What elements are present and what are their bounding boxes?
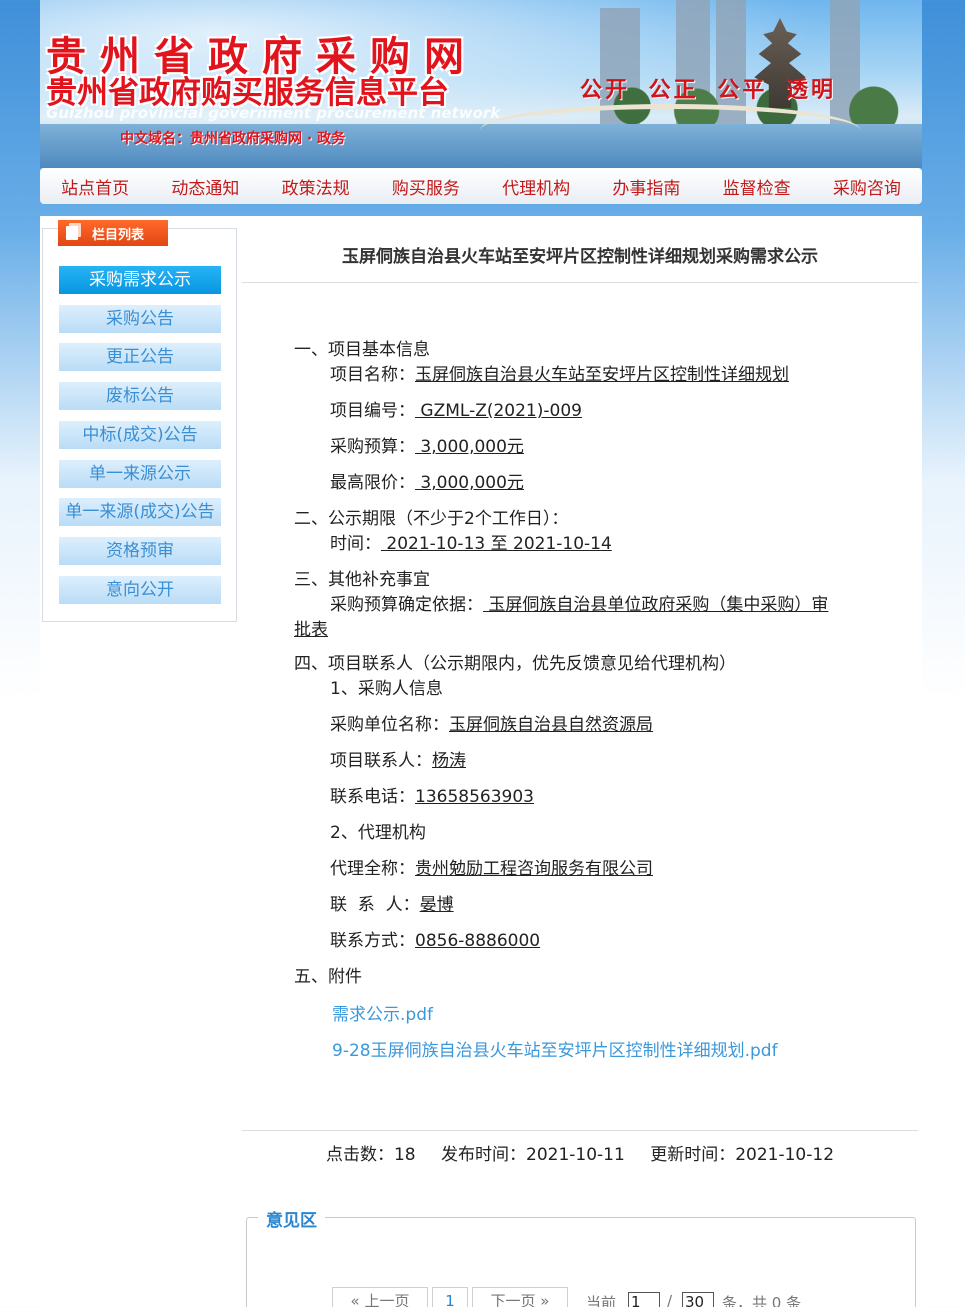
period-label: 时间： <box>330 534 381 554</box>
nav-agencies[interactable]: 代理机构 <box>502 174 570 199</box>
section-contacts: 四、项目联系人（公示期限内，优先反馈意见给代理机构） <box>294 654 736 674</box>
sidebar-item-announcements[interactable]: 采购公告 <box>59 305 221 333</box>
agent-phone-row: 联系方式：0856-8886000 <box>330 926 540 951</box>
main-nav: 站点首页 动态通知 政策法规 购买服务 代理机构 办事指南 监督检查 采购咨询 <box>40 168 922 204</box>
basis-row-continued: 批表 <box>294 615 328 640</box>
nav-consult[interactable]: 采购咨询 <box>833 174 901 199</box>
current-page-input[interactable]: 1 <box>628 1292 660 1307</box>
phone-value: 13658563903 <box>415 787 534 807</box>
nav-guide[interactable]: 办事指南 <box>612 174 680 199</box>
publish-time: 发布时间：2021-10-11 <box>441 1145 625 1165</box>
document-icon <box>66 226 78 240</box>
max-price-row: 最高限价： 3,000,000元 <box>330 468 524 493</box>
contact-value: 杨涛 <box>432 751 466 771</box>
sidebar-item-corrections[interactable]: 更正公告 <box>59 343 221 371</box>
buyer-info-heading: 1、采购人信息 <box>330 679 443 699</box>
max-price-value: 3,000,000元 <box>415 473 524 493</box>
max-price-label: 最高限价： <box>330 473 415 493</box>
period-value: 2021-10-13 至 2021-10-14 <box>381 534 612 554</box>
click-count: 点击数：18 <box>325 1145 416 1165</box>
domain-name: 中文域名：贵州省政府采购网 · 政务 <box>120 131 346 147</box>
article-title: 玉屏侗族自治县火车站至安坪片区控制性详细规划采购需求公示 <box>342 247 818 267</box>
site-title-en: Guizhou provincial government procuremen… <box>46 104 501 122</box>
nav-supervision[interactable]: 监督检查 <box>723 174 791 199</box>
per-page-input[interactable]: 30 <box>682 1292 714 1307</box>
contact-label: 项目联系人： <box>330 751 432 771</box>
budget-row: 采购预算： 3,000,000元 <box>330 432 524 457</box>
buyer-row: 采购单位名称：玉屏侗族自治县自然资源局 <box>330 710 653 735</box>
period-row: 时间： 2021-10-13 至 2021-10-14 <box>330 529 612 554</box>
nav-policies[interactable]: 政策法规 <box>282 174 350 199</box>
project-name-value: 玉屏侗族自治县火车站至安坪片区控制性详细规划 <box>415 365 789 385</box>
buyer-value: 玉屏侗族自治县自然资源局 <box>449 715 653 735</box>
phone-row: 联系电话：13658563903 <box>330 782 534 807</box>
agent-label: 代理全称： <box>330 859 415 879</box>
section-other: 三、其他补充事宜 <box>294 570 430 590</box>
agent-contact-label: 联 系 人： <box>330 895 420 915</box>
sidebar-item-single-source[interactable]: 单一来源公示 <box>59 460 221 488</box>
feedback-legend: 意见区 <box>258 1206 325 1231</box>
project-no-row: 项目编号： GZML-Z(2021)-009 <box>330 396 582 421</box>
budget-value: 3,000,000元 <box>415 437 524 457</box>
agent-value: 贵州勉励工程咨询服务有限公司 <box>415 859 653 879</box>
sidebar-item-intentions[interactable]: 意向公开 <box>59 576 221 604</box>
prev-page-button[interactable]: « 上一页 <box>332 1287 428 1307</box>
section-period: 二、公示期限（不少于2个工作日）： <box>294 509 569 529</box>
basis-value-continued: 批表 <box>294 620 328 640</box>
contact-row: 项目联系人：杨涛 <box>330 746 466 771</box>
section-basic-info: 一、项目基本信息 <box>294 340 430 360</box>
meta-divider <box>242 1130 918 1131</box>
current-page-label: 当前 <box>586 1294 617 1307</box>
sidebar-item-prequalification[interactable]: 资格预审 <box>59 537 221 565</box>
nav-notices[interactable]: 动态通知 <box>171 174 239 199</box>
attachment-link[interactable]: 9-28玉屏侗族自治县火车站至安坪片区控制性详细规划.pdf <box>332 1036 778 1061</box>
site-banner: 贵州省政府采购网 贵州省政府购买服务信息平台 Guizhou provincia… <box>40 0 922 168</box>
project-name-row: 项目名称：玉屏侗族自治县火车站至安坪片区控制性详细规划 <box>330 360 789 385</box>
project-no-label: 项目编号： <box>330 401 415 421</box>
project-no-value: GZML-Z(2021)-009 <box>415 401 582 421</box>
project-name-label: 项目名称： <box>330 365 415 385</box>
basis-label: 采购预算确定依据： <box>330 595 483 615</box>
slogan: 公开 公正 公平 透明 <box>580 77 836 103</box>
sidebar-header: 栏目列表 <box>58 220 168 246</box>
sidebar-item-awards[interactable]: 中标(成交)公告 <box>59 421 221 449</box>
sidebar-item-abandoned[interactable]: 废标公告 <box>59 382 221 410</box>
title-divider <box>242 282 918 283</box>
sidebar-header-label: 栏目列表 <box>92 227 145 243</box>
budget-label: 采购预算： <box>330 437 415 457</box>
section-attachments: 五、附件 <box>294 967 362 987</box>
agent-phone-value: 0856-8886000 <box>415 931 541 951</box>
nav-purchase-services[interactable]: 购买服务 <box>392 174 460 199</box>
agent-info-heading: 2、代理机构 <box>330 823 426 843</box>
agent-contact-row: 联 系 人：晏博 <box>330 890 454 915</box>
article-meta: 点击数：18 发布时间：2021-10-11 更新时间：2021-10-12 <box>242 1140 918 1165</box>
agent-row: 代理全称：贵州勉励工程咨询服务有限公司 <box>330 854 653 879</box>
sidebar-item-demand-notice[interactable]: 采购需求公示 <box>59 266 221 294</box>
agent-phone-label: 联系方式： <box>330 931 415 951</box>
record-count: 条，共 0 条 <box>722 1294 802 1307</box>
update-time: 更新时间：2021-10-12 <box>650 1145 835 1165</box>
next-page-button[interactable]: 下一页 » <box>472 1287 568 1307</box>
agent-contact-value: 晏博 <box>419 895 454 915</box>
phone-label: 联系电话： <box>330 787 415 807</box>
nav-home[interactable]: 站点首页 <box>61 174 129 199</box>
basis-row: 采购预算确定依据： 玉屏侗族自治县单位政府采购（集中采购）审 <box>330 590 828 615</box>
basis-value: 玉屏侗族自治县单位政府采购（集中采购）审 <box>483 595 829 615</box>
sidebar-item-single-source-award[interactable]: 单一来源(成交)公告 <box>59 498 221 526</box>
attachment-link[interactable]: 需求公示.pdf <box>332 1000 433 1025</box>
page-number-button[interactable]: 1 <box>432 1287 468 1307</box>
page-separator: / <box>667 1292 673 1307</box>
buyer-label: 采购单位名称： <box>330 715 449 735</box>
